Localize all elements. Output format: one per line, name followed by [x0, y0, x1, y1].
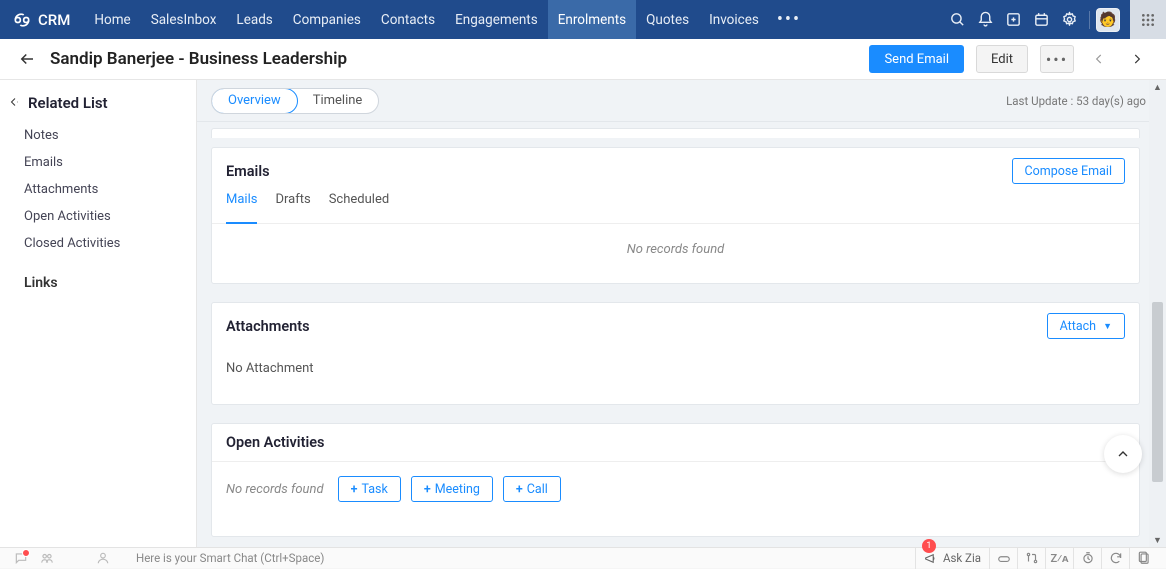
prev-record-button — [1086, 46, 1112, 72]
ask-zia-label: Ask Zia — [943, 551, 981, 565]
attachments-empty: No Attachment — [226, 361, 1125, 376]
gear-icon[interactable] — [1055, 6, 1083, 34]
sidebar-item-emails[interactable]: Emails — [0, 149, 196, 176]
tab-overview[interactable]: Overview — [211, 88, 298, 114]
add-meeting-button[interactable]: + Meeting — [411, 476, 493, 502]
contacts-icon[interactable] — [34, 551, 60, 565]
more-actions-button[interactable]: ••• — [1040, 45, 1074, 73]
footer-bar: Here is your Smart Chat (Ctrl+Space) 1 A… — [0, 547, 1166, 568]
sidebar-links-heading: Links — [0, 257, 196, 297]
sidebar-item-attachments[interactable]: Attachments — [0, 176, 196, 203]
scroll-thumb[interactable] — [1152, 302, 1163, 482]
calendar-icon[interactable] — [1027, 6, 1055, 34]
page-title: Sandip Banerjee - Business Leadership — [50, 49, 347, 69]
add-icon[interactable] — [999, 6, 1027, 34]
top-nav: CRM Home SalesInbox Leads Companies Cont… — [0, 0, 1166, 39]
scroll-down-icon[interactable]: ▼ — [1149, 533, 1166, 547]
last-update: Last Update : 53 day(s) ago — [1006, 94, 1146, 108]
ask-zia-button[interactable]: 1 Ask Zia — [915, 548, 990, 569]
scroll-to-top-button[interactable] — [1104, 435, 1142, 473]
main-column: Overview Timeline Last Update : 53 day(s… — [197, 80, 1166, 547]
plus-icon: + — [424, 482, 431, 497]
send-email-button[interactable]: Send Email — [869, 45, 964, 73]
pull-request-icon[interactable] — [1018, 548, 1046, 569]
bell-icon[interactable] — [971, 6, 999, 34]
brand-logo[interactable]: CRM — [12, 10, 70, 30]
view-tab-row: Overview Timeline Last Update : 53 day(s… — [197, 80, 1166, 122]
nav-divider — [1089, 11, 1090, 29]
nav-tabs: Home SalesInbox Leads Companies Contacts… — [84, 0, 809, 39]
plus-icon: + — [351, 482, 358, 497]
nav-tab-companies[interactable]: Companies — [283, 0, 371, 39]
scroll-up-icon[interactable]: ▲ — [1149, 80, 1166, 94]
emails-subtab-mails[interactable]: Mails — [226, 192, 257, 224]
user-icon[interactable] — [90, 551, 116, 565]
view-tabs: Overview Timeline — [211, 88, 379, 114]
attach-button[interactable]: Attach ▼ — [1047, 313, 1125, 339]
attachments-title: Attachments — [226, 318, 310, 335]
nav-tab-leads[interactable]: Leads — [226, 0, 282, 39]
edit-button[interactable]: Edit — [976, 45, 1028, 73]
sidebar-heading: Related List — [0, 94, 196, 122]
back-button[interactable] — [16, 48, 38, 70]
plus-icon: + — [516, 482, 523, 497]
chat-icon[interactable] — [8, 551, 34, 565]
next-record-button[interactable] — [1124, 46, 1150, 72]
collapse-icon[interactable] — [8, 94, 20, 112]
prev-card-stub — [211, 128, 1140, 138]
clock-icon[interactable] — [1074, 548, 1102, 569]
nav-tab-enrolments[interactable]: Enrolments — [548, 0, 636, 39]
open-activities-no-records: No records found — [226, 482, 324, 497]
chevron-down-icon: ▼ — [1103, 321, 1112, 332]
smartchat-hint: Here is your Smart Chat (Ctrl+Space) — [136, 551, 324, 565]
zia-icon[interactable]: Z⁄ᴀ — [1046, 548, 1074, 569]
attach-button-label: Attach — [1060, 319, 1096, 334]
sidebar: Related List Notes Emails Attachments Op… — [0, 80, 197, 547]
emails-no-records: No records found — [226, 242, 1125, 257]
notif-dot — [22, 549, 30, 557]
body: Related List Notes Emails Attachments Op… — [0, 80, 1166, 547]
megaphone-icon — [924, 552, 937, 565]
sidebar-item-open-activities[interactable]: Open Activities — [0, 203, 196, 230]
emails-title: Emails — [226, 163, 270, 180]
nav-tab-engagements[interactable]: Engagements — [445, 0, 548, 39]
sidebar-item-closed-activities[interactable]: Closed Activities — [0, 230, 196, 257]
nav-tab-home[interactable]: Home — [84, 0, 140, 39]
add-task-label: Task — [361, 482, 387, 497]
emails-subtab-drafts[interactable]: Drafts — [275, 192, 310, 215]
search-icon[interactable] — [943, 6, 971, 34]
emails-subtabs: Mails Drafts Scheduled — [212, 192, 1139, 224]
add-call-label: Call — [527, 482, 548, 497]
refresh-icon[interactable] — [1102, 548, 1130, 569]
page-header: Sandip Banerjee - Business Leadership Se… — [0, 39, 1166, 80]
footer-utils: Z⁄ᴀ — [990, 548, 1158, 569]
compose-email-button[interactable]: Compose Email — [1012, 158, 1126, 184]
scrollbar[interactable]: ▲ ▼ — [1149, 80, 1166, 547]
sidebar-title: Related List — [28, 94, 108, 112]
nav-tab-quotes[interactable]: Quotes — [636, 0, 699, 39]
ask-zia-badge: 1 — [922, 539, 936, 553]
nav-tab-invoices[interactable]: Invoices — [699, 0, 769, 39]
tab-timeline[interactable]: Timeline — [297, 89, 379, 113]
add-call-button[interactable]: + Call — [503, 476, 561, 502]
gamepad-icon[interactable] — [990, 548, 1018, 569]
avatar[interactable]: 🧑 — [1096, 8, 1120, 32]
brand-logo-icon — [12, 10, 32, 30]
clipboard-icon[interactable] — [1130, 548, 1158, 569]
scroll-area[interactable]: Emails Compose Email Mails Drafts Schedu… — [197, 122, 1166, 547]
nav-tab-contacts[interactable]: Contacts — [371, 0, 445, 39]
nav-tab-more[interactable]: ••• — [769, 0, 809, 39]
add-task-button[interactable]: +Task — [338, 476, 401, 502]
sidebar-item-notes[interactable]: Notes — [0, 122, 196, 149]
emails-card: Emails Compose Email Mails Drafts Schedu… — [211, 147, 1140, 284]
brand-name: CRM — [38, 11, 70, 29]
open-activities-card: Open Activities No records found +Task +… — [211, 423, 1140, 537]
attachments-card: Attachments Attach ▼ No Attachment — [211, 302, 1140, 405]
emails-subtab-scheduled[interactable]: Scheduled — [329, 192, 389, 215]
apps-grid-icon[interactable] — [1130, 0, 1166, 39]
nav-tab-salesinbox[interactable]: SalesInbox — [141, 0, 227, 39]
add-meeting-label: Meeting — [435, 482, 480, 497]
open-activities-title: Open Activities — [226, 434, 324, 451]
